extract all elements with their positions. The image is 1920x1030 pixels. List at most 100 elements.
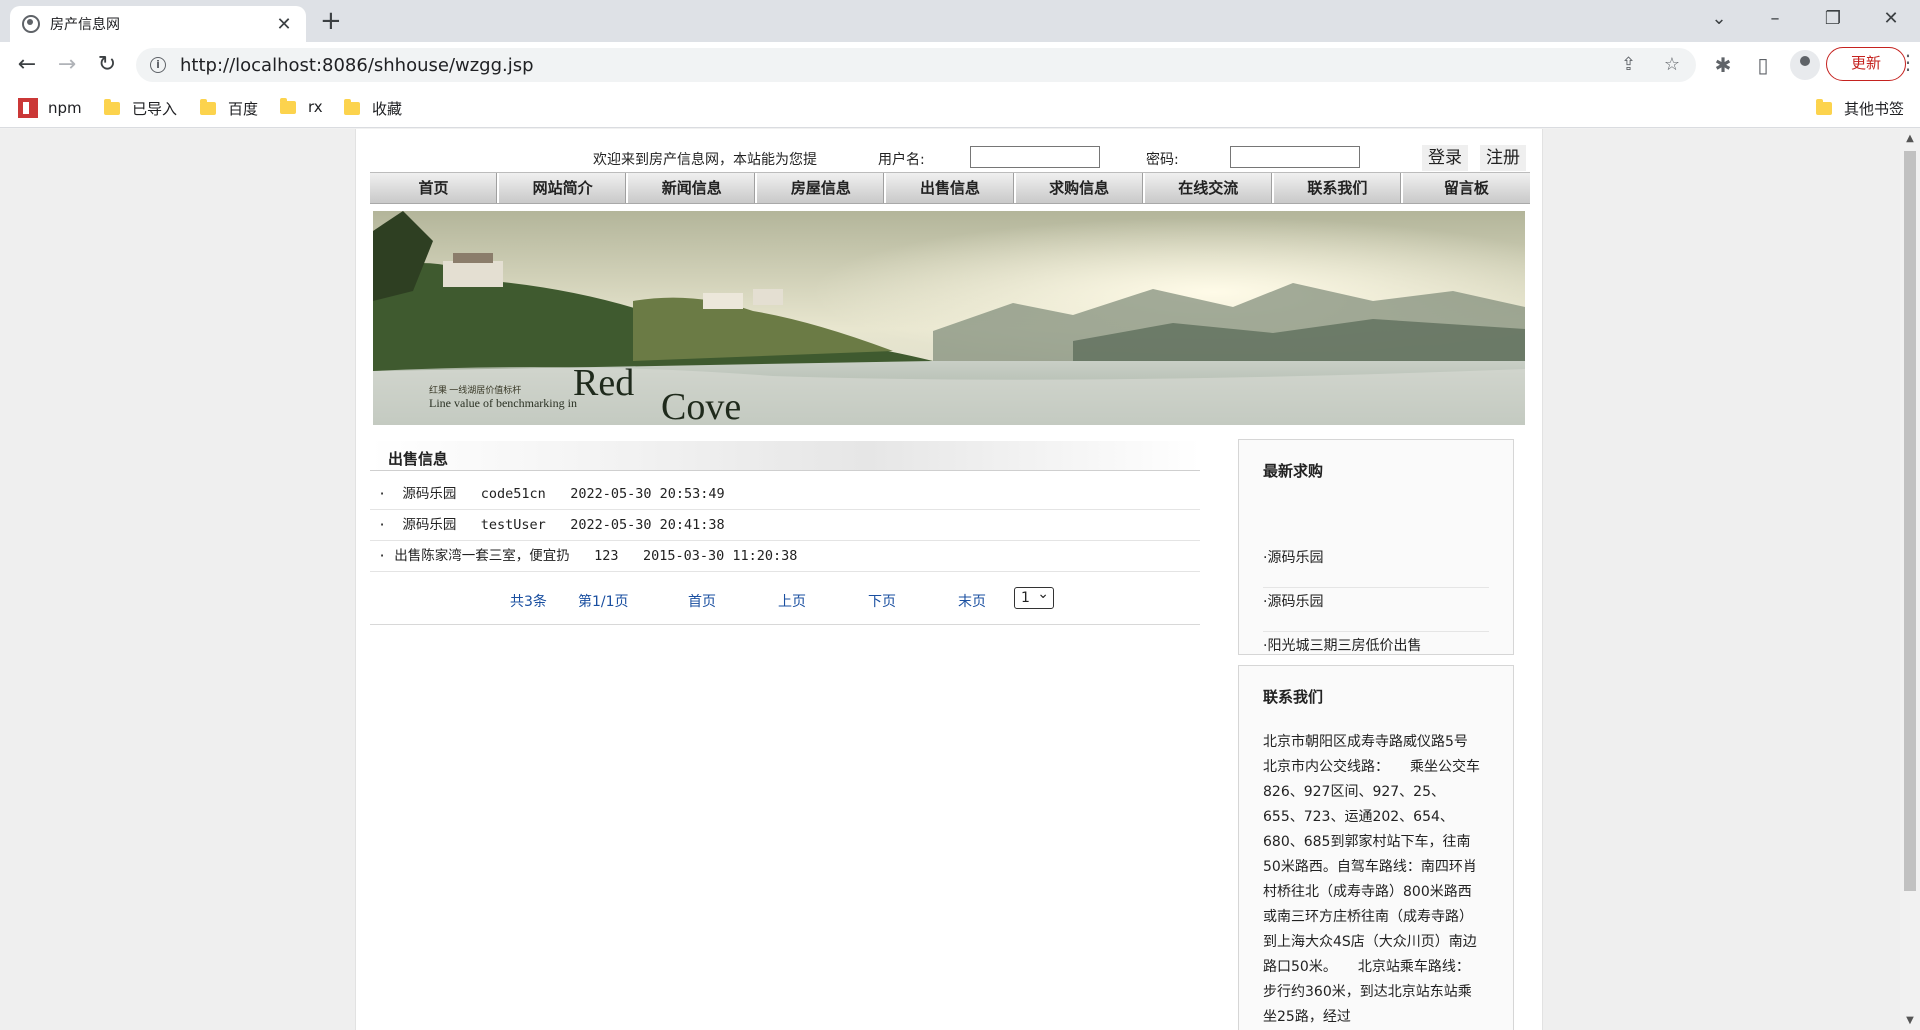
other-bookmarks[interactable]: 其他书签 xyxy=(1816,98,1904,119)
contact-title: 联系我们 xyxy=(1263,688,1324,706)
last-page-link[interactable]: 末页 xyxy=(958,591,986,611)
bookmark-npm[interactable]: npm xyxy=(18,98,82,118)
address-bar[interactable]: i http://localhost:8086/shhouse/wzgg.jsp… xyxy=(136,48,1696,82)
next-page-link[interactable]: 下页 xyxy=(868,591,896,611)
contact-box: 联系我们 北京市朝阳区成寿寺路威仪路5号 北京市内公交线路： 乘坐公交车826、… xyxy=(1238,665,1514,1030)
bookmark-label: 其他书签 xyxy=(1844,100,1905,118)
new-tab-button[interactable]: + xyxy=(320,6,342,36)
list-item[interactable]: · 出售陈家湾一套三室，便宜扔 123 2015-03-30 11:20:38 xyxy=(370,541,1200,572)
globe-icon xyxy=(22,15,40,33)
nav-home[interactable]: 首页 xyxy=(370,173,500,203)
page-viewport: 欢迎来到房产信息网，本站能为您提 用户名: 密码: 登录 注册 首页 网站简介 … xyxy=(0,129,1900,1030)
item-user: code51cn xyxy=(480,486,546,502)
bookmark-imported[interactable]: 已导入 xyxy=(104,98,177,119)
bookmark-label: 百度 xyxy=(228,100,259,118)
username-input[interactable] xyxy=(970,146,1100,168)
share-icon[interactable]: ⇪ xyxy=(1621,54,1636,75)
reload-icon[interactable]: ↻ xyxy=(92,52,122,78)
section-title: 出售信息 xyxy=(388,450,449,468)
url-text[interactable]: http://localhost:8086/shhouse/wzgg.jsp xyxy=(180,55,534,76)
minimize-button[interactable]: – xyxy=(1760,4,1790,34)
folder-icon xyxy=(280,97,296,114)
bookmark-label: rx xyxy=(308,98,323,116)
nav-for-sale[interactable]: 出售信息 xyxy=(886,173,1016,203)
nav-chat[interactable]: 在线交流 xyxy=(1145,173,1274,203)
login-bar: 欢迎来到房产信息网，本站能为您提 用户名: 密码: 登录 注册 xyxy=(370,129,1530,171)
section-header: 出售信息 xyxy=(370,441,1200,471)
item-time: 2022-05-30 20:41:38 xyxy=(570,517,725,533)
first-page-link[interactable]: 首页 xyxy=(688,591,716,611)
password-input[interactable] xyxy=(1230,146,1360,168)
welcome-text: 欢迎来到房产信息网，本站能为您提 xyxy=(593,152,817,168)
item-user: 123 xyxy=(594,548,619,564)
bookmark-favorites[interactable]: 收藏 xyxy=(344,98,402,119)
banner-tagline: Line value of benchmarking in xyxy=(429,396,577,410)
forward-icon[interactable]: → xyxy=(52,52,82,78)
scroll-up-icon[interactable]: ▲ xyxy=(1904,133,1916,144)
page-select[interactable]: 1 xyxy=(1014,584,1054,609)
tab-title: 房产信息网 xyxy=(50,17,120,33)
update-button[interactable]: 更新 xyxy=(1826,47,1906,81)
folder-icon xyxy=(200,99,216,115)
bookmark-baidu[interactable]: 百度 xyxy=(200,98,258,119)
nav-news[interactable]: 新闻信息 xyxy=(628,173,758,203)
item-user: testUser xyxy=(480,517,546,533)
list-item[interactable]: · 源码乐园 code51cn 2022-05-30 20:53:49 xyxy=(370,479,1200,510)
npm-icon xyxy=(18,98,38,118)
bookmark-label: 已导入 xyxy=(132,100,178,118)
pagination: 共3条 第1/1页 首页 上页 下页 末页 1 xyxy=(370,581,1200,625)
list-item[interactable]: · 源码乐园 testUser 2022-05-30 20:41:38 xyxy=(370,510,1200,541)
page-scrollbar[interactable]: ▲ ▼ xyxy=(1900,129,1920,1030)
close-tab-icon[interactable]: ✕ xyxy=(274,14,294,35)
bookmark-label: npm xyxy=(48,99,82,117)
item-title[interactable]: 出售陈家湾一套三室，便宜扔 xyxy=(394,548,570,564)
bookmark-star-icon[interactable]: ☆ xyxy=(1664,54,1680,75)
folder-icon xyxy=(104,99,120,115)
list-item[interactable]: ·源码乐园 xyxy=(1263,588,1489,632)
bookmark-rx[interactable]: rx xyxy=(280,97,323,116)
nav-wanted[interactable]: 求购信息 xyxy=(1016,173,1145,203)
latest-requests-list: ·源码乐园 ·源码乐园 ·阳光城三期三房低价出售 xyxy=(1263,544,1489,676)
username-label: 用户名: xyxy=(878,152,925,168)
nav-houses[interactable]: 房屋信息 xyxy=(757,173,887,203)
banner-slogan: 红果 一线湖居价值标杆 xyxy=(429,384,521,395)
restore-button[interactable]: ❐ xyxy=(1818,4,1848,34)
browser-tab[interactable]: 房产信息网 ✕ xyxy=(10,6,306,42)
item-title[interactable]: 源码乐园 xyxy=(402,517,456,533)
page-indicator: 第1/1页 xyxy=(578,594,629,610)
profile-avatar[interactable] xyxy=(1790,50,1820,80)
item-title[interactable]: 源码乐园 xyxy=(402,486,456,502)
tab-search-icon[interactable]: ⌄ xyxy=(1704,4,1734,34)
menu-icon[interactable]: ⋮ xyxy=(1898,50,1918,74)
register-button[interactable]: 注册 xyxy=(1480,145,1526,171)
extensions-icon[interactable]: ✱ xyxy=(1710,52,1736,78)
total-count: 共3条 xyxy=(510,594,547,610)
nav-about[interactable]: 网站简介 xyxy=(499,173,629,203)
nav-contact[interactable]: 联系我们 xyxy=(1274,173,1403,203)
main-nav: 首页 网站简介 新闻信息 房屋信息 出售信息 求购信息 在线交流 联系我们 留言… xyxy=(370,172,1530,204)
item-time: 2015-03-30 11:20:38 xyxy=(642,548,798,564)
banner-brand-red: Red xyxy=(573,362,634,404)
bookmarks-bar: npm 已导入 百度 rx 收藏 其他书签 xyxy=(0,88,1920,128)
scroll-down-icon[interactable]: ▼ xyxy=(1904,1015,1916,1026)
page-container: 欢迎来到房产信息网，本站能为您提 用户名: 密码: 登录 注册 首页 网站简介 … xyxy=(355,129,1543,1030)
contact-text: 北京市朝阳区成寿寺路威仪路5号 北京市内公交线路： 乘坐公交车826、927区间… xyxy=(1263,734,1496,1025)
bookmark-label: 收藏 xyxy=(372,100,403,118)
list-item[interactable]: ·源码乐园 xyxy=(1263,544,1489,588)
back-icon[interactable]: ← xyxy=(12,52,42,78)
prev-page-link[interactable]: 上页 xyxy=(778,591,806,611)
banner-image: 红果 一线湖居价值标杆 Line value of benchmarking i… xyxy=(373,211,1525,425)
side-panel-icon[interactable]: ▯ xyxy=(1750,52,1776,78)
site-info-icon[interactable]: i xyxy=(150,57,166,73)
nav-guestbook[interactable]: 留言板 xyxy=(1403,173,1530,203)
item-time: 2022-05-30 20:53:49 xyxy=(570,486,725,502)
scrollbar-thumb[interactable] xyxy=(1904,151,1916,891)
folder-icon xyxy=(344,99,360,115)
login-button[interactable]: 登录 xyxy=(1422,145,1468,171)
landscape-illustration: 红果 一线湖居价值标杆 Line value of benchmarking i… xyxy=(373,211,1525,425)
close-window-button[interactable]: ✕ xyxy=(1876,4,1906,34)
sale-list: · 源码乐园 code51cn 2022-05-30 20:53:49 · 源码… xyxy=(370,479,1200,572)
password-label: 密码: xyxy=(1146,152,1179,168)
folder-icon xyxy=(1816,99,1832,115)
banner-brand-cove: Cove xyxy=(661,386,741,425)
